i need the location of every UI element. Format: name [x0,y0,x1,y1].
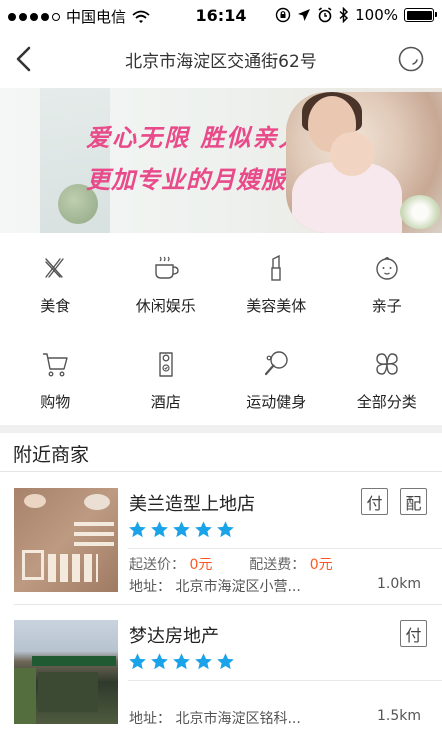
bluetooth-icon [339,7,349,23]
cart-icon [43,353,68,377]
category-label: 运动健身 [246,393,307,411]
banner-headline: 爱心无限 胜似亲人 [86,124,305,152]
category-shopping[interactable]: 购物 [0,329,111,425]
star-icon [151,521,168,538]
rating-stars [128,652,235,671]
baby-icon [376,257,398,280]
min-order-label: 起送价： [129,557,185,573]
merchant-thumbnail [14,620,118,724]
pay-badge: 付 [400,620,427,647]
food-icon [45,258,64,278]
merchant-badges: 付 配 [361,488,427,515]
category-label: 全部分类 [356,393,417,411]
battery-percent: 100% [355,6,398,24]
category-label: 休闲娱乐 [135,297,196,315]
merchant-address: 地址： 北京市海淀区铭科... [129,711,301,727]
merchant-name: 美兰造型上地店 [129,494,255,515]
star-icon [151,653,168,670]
delivery-badge: 配 [400,488,427,515]
category-hotel[interactable]: 酒店 [111,329,222,425]
category-food[interactable]: 美食 [0,233,111,329]
battery-icon [404,8,437,22]
search-icon[interactable] [396,44,426,74]
banner-subheadline: 更加专业的月嫂服务 [86,166,311,194]
star-icon [129,653,146,670]
status-right: 100% [275,6,437,24]
star-icon [217,521,234,538]
status-bar: 中国电信 16:14 100% [0,0,442,30]
merchant-distance: 1.5km [376,708,421,724]
section-divider [0,425,442,433]
min-order-value: 0元 [189,557,213,573]
merchant-fees: 起送价： 0元 配送费： 0元 [129,554,333,574]
merchant-badges: 付 [400,620,427,647]
clover-icon [376,353,398,375]
rating-stars [128,520,235,539]
pay-badge: 付 [361,488,388,515]
category-beauty[interactable]: 美容美体 [221,233,332,329]
category-label: 亲子 [371,297,402,315]
category-label: 美容美体 [246,297,307,315]
banner-photo [286,92,442,233]
lipstick-icon [271,254,281,281]
merchant-distance: 1.0km [376,576,421,592]
alarm-icon [318,7,332,23]
star-icon [173,521,190,538]
category-label: 酒店 [150,393,181,411]
category-grid: 美食 休闲娱乐 美容美体 亲子 购物 酒店 运动健身 全部分类 [0,233,442,425]
nav-bar: 北京市海淀区交通街62号 [0,30,442,88]
merchant-item[interactable]: 美兰造型上地店 付 配 起送价： 0元 配送费： 0元 地址： 北京市海淀区小营… [0,472,442,602]
category-family[interactable]: 亲子 [332,233,442,329]
page-title: 北京市海淀区交通街62号 [125,52,317,72]
merchant-name: 梦达房地产 [129,626,219,647]
orientation-lock-icon [275,7,291,23]
star-icon [195,521,212,538]
category-sports[interactable]: 运动健身 [221,329,332,425]
category-label: 美食 [40,297,71,315]
delivery-fee-value: 0元 [309,557,333,573]
star-icon [195,653,212,670]
category-all[interactable]: 全部分类 [332,329,442,425]
merchant-item[interactable]: 梦达房地产 付 地址： 北京市海淀区铭科... 1.5km [0,604,442,729]
coffee-icon [155,256,179,279]
star-icon [173,653,190,670]
star-icon [217,653,234,670]
ping-pong-icon [265,351,288,376]
merchant-address: 地址： 北京市海淀区小营... [129,579,301,595]
nearby-title: 附近商家 [13,444,90,466]
promo-banner[interactable]: 爱心无限 胜似亲人 更加专业的月嫂服务 [0,88,442,233]
door-hanger-icon [159,352,173,377]
star-icon [129,521,146,538]
location-arrow-icon [298,9,311,21]
merchant-thumbnail [14,488,118,592]
category-label: 购物 [40,393,71,411]
delivery-fee-label: 配送费： [249,557,306,573]
category-leisure[interactable]: 休闲娱乐 [111,233,222,329]
